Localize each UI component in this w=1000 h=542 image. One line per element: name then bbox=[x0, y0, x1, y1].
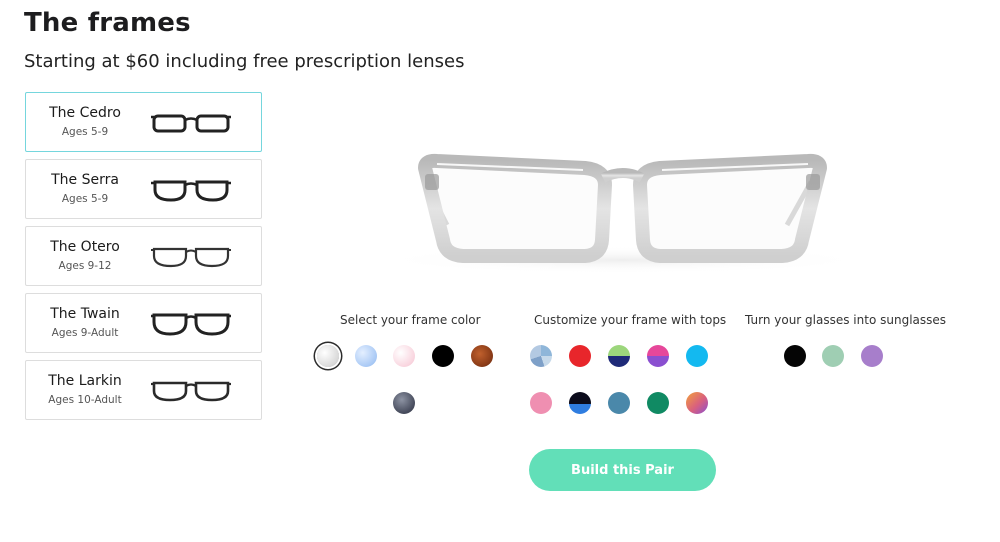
swatch-green-navy[interactable] bbox=[608, 345, 630, 367]
frame-card-serra[interactable]: The Serra Ages 5-9 bbox=[25, 159, 262, 219]
frame-name: The Twain bbox=[50, 306, 120, 322]
glasses-thumbnail-icon bbox=[151, 180, 231, 202]
glasses-preview-image bbox=[373, 153, 873, 274]
frame-ages: Ages 9-12 bbox=[58, 260, 112, 272]
glasses-thumbnail-icon bbox=[151, 114, 231, 133]
swatch-sky-blue[interactable] bbox=[686, 345, 708, 367]
swatch-steel-blue[interactable] bbox=[608, 392, 630, 414]
frame-ages: Ages 9-Adult bbox=[51, 327, 119, 339]
frame-name: The Larkin bbox=[48, 373, 122, 389]
swatch-sun-black[interactable] bbox=[784, 345, 806, 367]
swatch-sunset[interactable] bbox=[686, 392, 708, 414]
frame-ages: Ages 5-9 bbox=[61, 193, 109, 205]
frame-name: The Serra bbox=[51, 172, 119, 188]
swatch-sun-mint[interactable] bbox=[822, 345, 844, 367]
glasses-thumbnail-icon bbox=[151, 381, 231, 402]
frame-color-label: Select your frame color bbox=[340, 313, 481, 327]
frame-name: The Cedro bbox=[49, 105, 121, 121]
swatch-emerald[interactable] bbox=[647, 392, 669, 414]
swatch-pink-purple[interactable] bbox=[647, 345, 669, 367]
swatch-clear[interactable] bbox=[317, 345, 339, 367]
frame-name: The Otero bbox=[50, 239, 120, 255]
sunglasses-label: Turn your glasses into sunglasses bbox=[745, 313, 947, 327]
frame-card-cedro[interactable]: The Cedro Ages 5-9 bbox=[25, 92, 262, 152]
frame-card-twain[interactable]: The Twain Ages 9-Adult bbox=[25, 293, 262, 353]
page-title: The frames bbox=[24, 8, 191, 38]
glasses-thumbnail-icon bbox=[151, 313, 231, 336]
frame-list: The Cedro Ages 5-9 The Serra Ages 5-9 Th… bbox=[25, 92, 262, 427]
swatch-black[interactable] bbox=[432, 345, 454, 367]
swatch-blue-camo[interactable] bbox=[530, 345, 552, 367]
build-this-pair-button[interactable]: Build this Pair bbox=[529, 449, 716, 491]
page-subtitle: Starting at $60 including free prescript… bbox=[24, 51, 465, 72]
swatch-light-blue[interactable] bbox=[355, 345, 377, 367]
swatch-slate[interactable] bbox=[393, 392, 415, 414]
swatch-black-blue[interactable] bbox=[569, 392, 591, 414]
swatch-sun-lavender[interactable] bbox=[861, 345, 883, 367]
frame-ages: Ages 10-Adult bbox=[48, 394, 122, 406]
frame-card-larkin[interactable]: The Larkin Ages 10-Adult bbox=[25, 360, 262, 420]
frame-ages: Ages 5-9 bbox=[61, 126, 109, 138]
swatch-pink[interactable] bbox=[530, 392, 552, 414]
swatch-tortoise[interactable] bbox=[471, 345, 493, 367]
frame-card-otero[interactable]: The Otero Ages 9-12 bbox=[25, 226, 262, 286]
glasses-thumbnail-icon bbox=[151, 247, 231, 268]
swatch-light-pink[interactable] bbox=[393, 345, 415, 367]
swatch-red[interactable] bbox=[569, 345, 591, 367]
tops-label: Customize your frame with tops bbox=[534, 313, 727, 327]
